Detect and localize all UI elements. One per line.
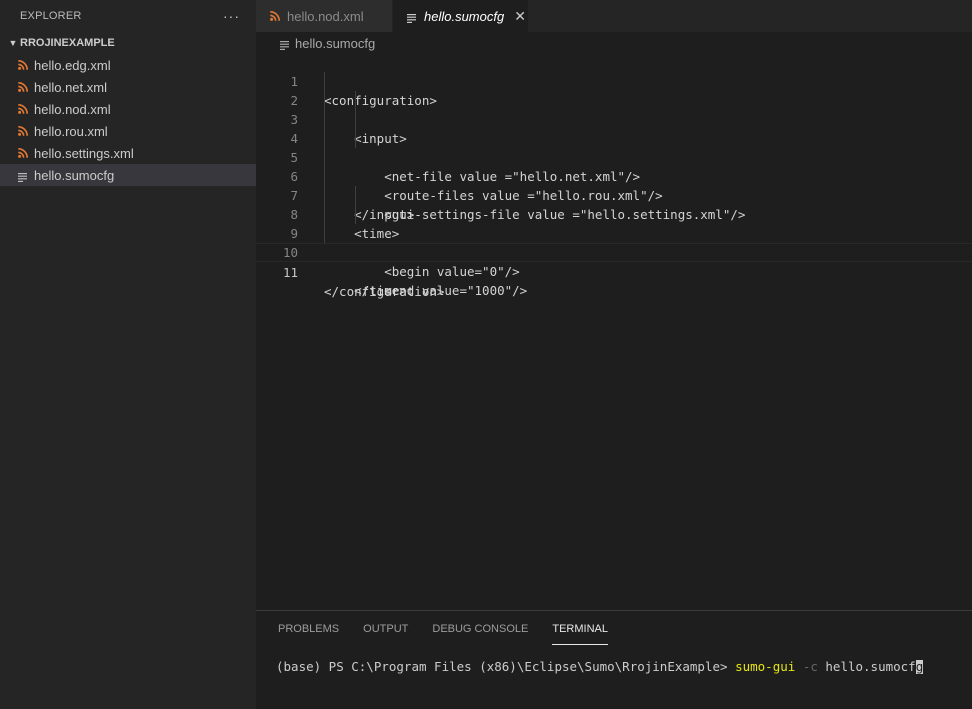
code-line: 10 </time>: [256, 224, 972, 298]
indent-guide: [355, 110, 356, 129]
breadcrumb-file[interactable]: hello.sumocfg: [295, 36, 375, 51]
file-label: hello.net.xml: [34, 79, 107, 95]
file-label: hello.settings.xml: [34, 145, 134, 161]
indent-guide: [355, 205, 356, 224]
indent-guide: [324, 205, 325, 224]
terminal-command: sumo-gui: [735, 659, 796, 674]
file-label: hello.rou.xml: [34, 123, 108, 139]
code-line: 5 <gui-settings-file value ="hello.setti…: [256, 129, 972, 222]
rss-icon: [18, 148, 28, 158]
vscode-window: EXPLORER ··· ▼ RROJINEXAMPLE hello.edg.x…: [0, 0, 972, 709]
file-item-hello-settings[interactable]: hello.settings.xml: [0, 142, 256, 164]
folder-label: RROJINEXAMPLE: [20, 37, 115, 49]
tab-terminal[interactable]: TERMINAL: [552, 611, 608, 647]
terminal-prompt: (base) PS C:\Program Files (x86)\Eclipse…: [276, 659, 736, 674]
tab-label: hello.sumocfg: [424, 8, 505, 24]
panel-tabs: PROBLEMS OUTPUT DEBUG CONSOLE TERMINAL: [256, 611, 972, 647]
terminal-cursor: g: [915, 659, 924, 674]
indent-guide: [324, 186, 325, 205]
indent-guide: [355, 91, 356, 110]
more-actions-icon[interactable]: ···: [223, 8, 240, 24]
tab-output[interactable]: OUTPUT: [363, 611, 408, 647]
rss-icon: [18, 104, 28, 114]
file-label: hello.edg.xml: [34, 57, 111, 73]
code-line: 6 </input>: [256, 148, 972, 222]
rss-icon: [270, 11, 280, 21]
code-editor[interactable]: 1 <configuration> 2 <input> 3 <net-file …: [256, 53, 972, 299]
explorer-sidebar: EXPLORER ··· ▼ RROJINEXAMPLE hello.edg.x…: [0, 0, 256, 709]
file-label: hello.sumocfg: [34, 167, 115, 183]
indent-guide: [324, 72, 325, 91]
code-line: 9 <end value="1000"/>: [256, 205, 972, 298]
rss-icon: [18, 126, 28, 136]
indent-guide: [324, 110, 325, 129]
lines-icon: [407, 11, 417, 23]
indent-guide: [324, 129, 325, 148]
terminal[interactable]: (base) PS C:\Program Files (x86)\Eclipse…: [276, 659, 924, 674]
explorer-title: EXPLORER: [20, 9, 82, 22]
code-line-current: 11 </configuration>: [256, 243, 972, 299]
bottom-panel: PROBLEMS OUTPUT DEBUG CONSOLE TERMINAL (…: [256, 610, 972, 709]
file-item-hello-nod[interactable]: hello.nod.xml: [0, 98, 256, 120]
code-line: 2 <input>: [256, 72, 972, 146]
file-item-hello-rou[interactable]: hello.rou.xml: [0, 120, 256, 142]
rss-icon: [18, 82, 28, 92]
line-number: 11: [282, 265, 298, 280]
rss-icon: [18, 60, 28, 70]
chevron-down-icon: ▼: [8, 38, 18, 48]
terminal-flag: -c: [795, 659, 818, 674]
explorer-header: EXPLORER ···: [0, 0, 256, 31]
code-line: 8 <begin value="0"/>: [256, 186, 972, 279]
editor-tabs: hello.nod.xml hello.sumocfg ✕: [256, 0, 972, 32]
code-text: </configuration>: [324, 284, 445, 299]
lines-icon: [18, 170, 28, 182]
code-line: 3 <net-file value ="hello.net.xml"/>: [256, 91, 972, 184]
tab-hello-nod[interactable]: hello.nod.xml: [256, 0, 393, 32]
terminal-argument: hello.sumocf: [817, 659, 916, 674]
tab-hello-sumocfg[interactable]: hello.sumocfg ✕: [393, 0, 529, 32]
tab-debug-console[interactable]: DEBUG CONSOLE: [432, 611, 528, 647]
breadcrumb: hello.sumocfg: [256, 32, 972, 54]
indent-guide: [355, 186, 356, 205]
indent-guide: [355, 129, 356, 148]
code-line: 1 <configuration>: [256, 53, 972, 108]
editor-area: hello.nod.xml hello.sumocfg ✕ hello.sumo…: [256, 0, 972, 610]
code-text: <begin value="0"/>: [324, 264, 520, 279]
tab-label: hello.nod.xml: [287, 8, 364, 24]
folder-rrojinexample[interactable]: ▼ RROJINEXAMPLE: [0, 32, 256, 54]
indent-guide: [324, 91, 325, 110]
indent-guide: [324, 148, 325, 167]
close-icon[interactable]: ✕: [514, 8, 526, 25]
lines-icon: [280, 38, 290, 50]
file-label: hello.nod.xml: [34, 101, 111, 117]
indent-guide: [324, 224, 325, 243]
file-item-hello-edg[interactable]: hello.edg.xml: [0, 54, 256, 76]
indent-guide: [324, 167, 325, 186]
code-line: 4 <route-files value ="hello.rou.xml"/>: [256, 110, 972, 203]
file-item-hello-sumocfg[interactable]: hello.sumocfg: [0, 164, 256, 186]
file-item-hello-net[interactable]: hello.net.xml: [0, 76, 256, 98]
code-line: 7 <time>: [256, 167, 972, 241]
tab-problems[interactable]: PROBLEMS: [278, 611, 339, 647]
